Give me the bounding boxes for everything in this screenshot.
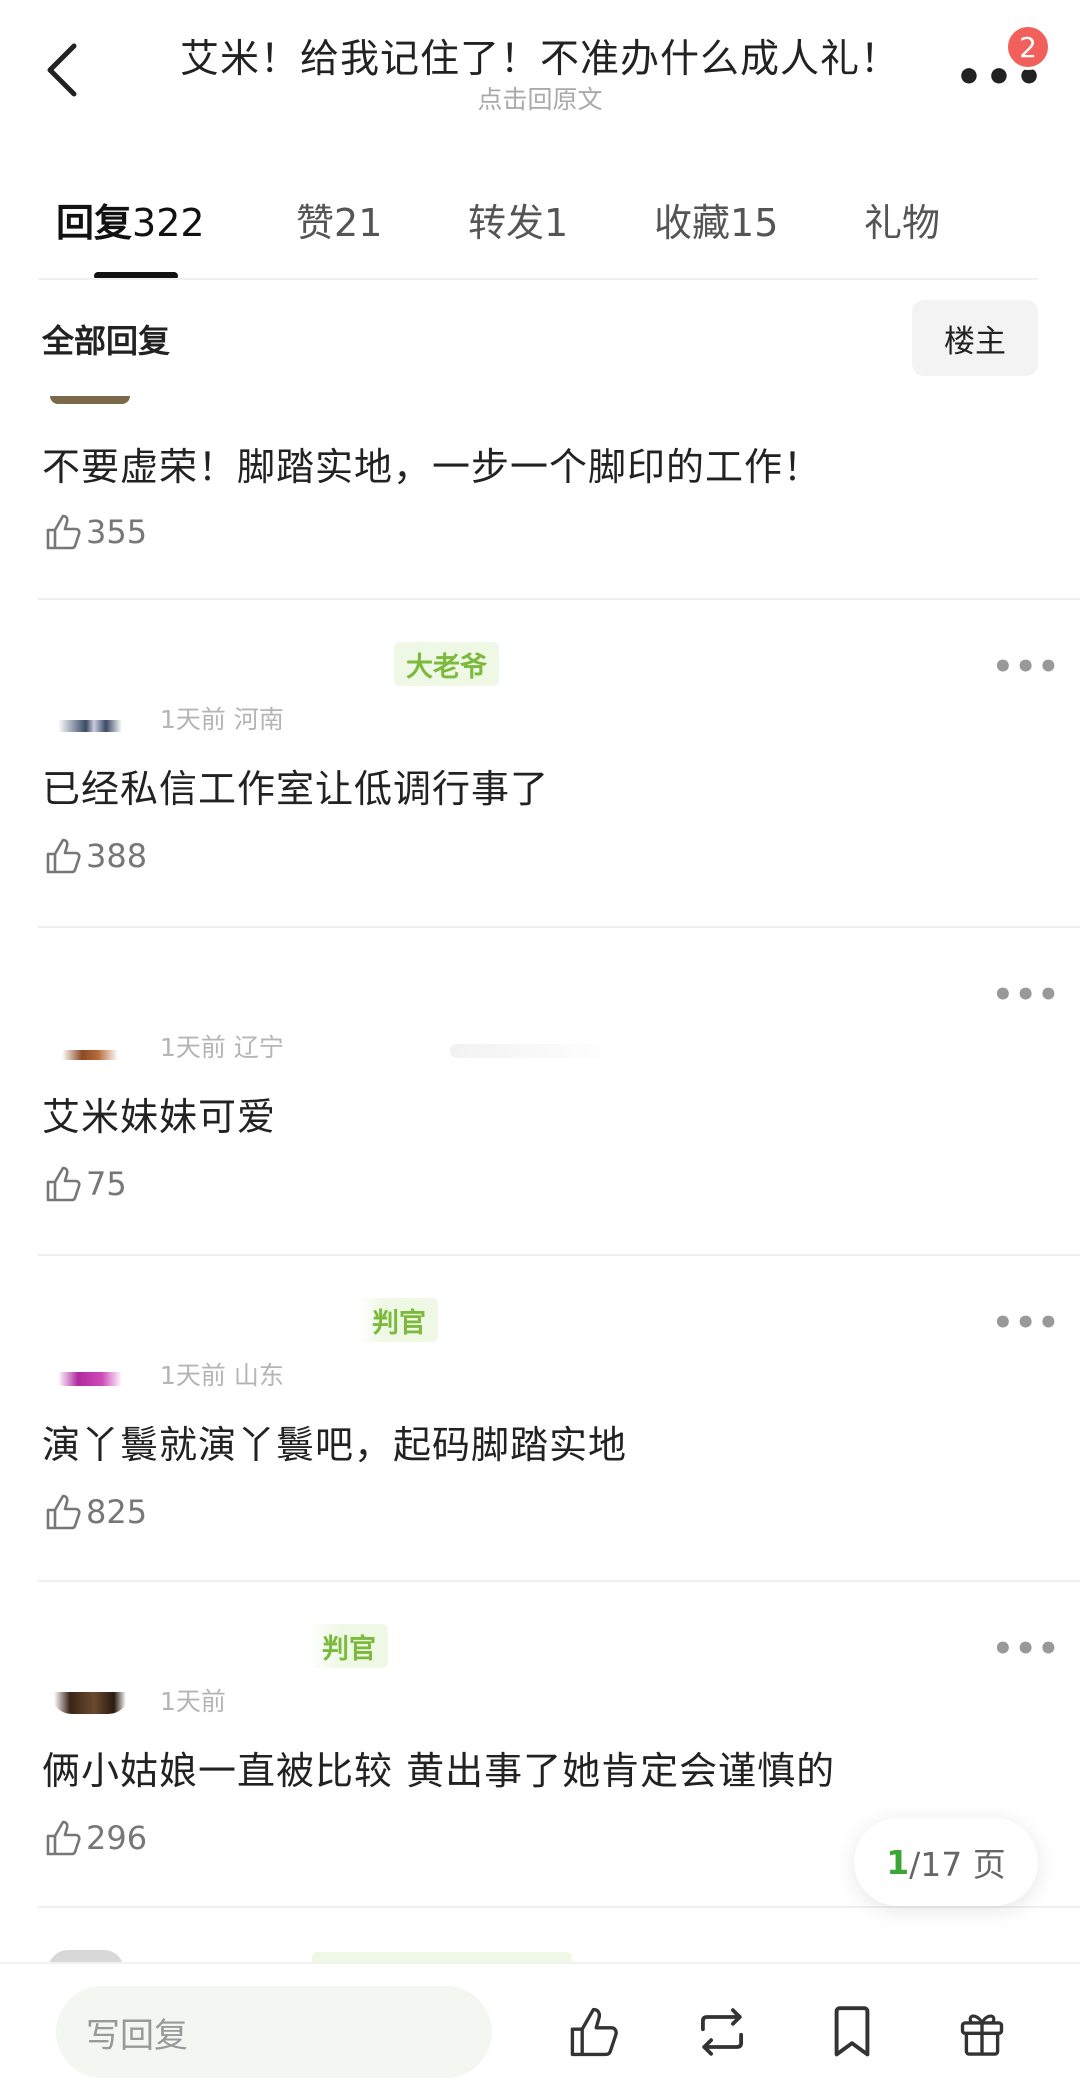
total-pages: /17 页: [909, 1845, 1006, 1884]
page-indicator[interactable]: 1/17 页: [854, 1818, 1038, 1906]
comment-more-icon[interactable]: •••: [992, 978, 1060, 1012]
tab-count: 15: [730, 201, 779, 245]
avatar[interactable]: [50, 1372, 130, 1386]
tab-label: 回复: [56, 201, 133, 245]
next-comment-peek: [0, 1940, 1080, 1964]
user-title-tag: 判官: [360, 1298, 438, 1342]
comment-more-icon[interactable]: •••: [992, 1632, 1060, 1666]
tab-reposts[interactable]: 转发1: [468, 192, 568, 247]
tab-label: 转发: [468, 201, 545, 245]
divider: [38, 1580, 1080, 1582]
avatar[interactable]: [50, 396, 130, 404]
gift-button[interactable]: [950, 2000, 1014, 2064]
bottom-action-bar: 写回复: [0, 1962, 1080, 2094]
divider: [38, 278, 1038, 280]
comment-meta: 1天前 山东: [160, 1361, 284, 1390]
avatar[interactable]: [50, 720, 130, 732]
reply-input[interactable]: 写回复: [56, 1986, 492, 2078]
avatar[interactable]: [50, 1050, 130, 1060]
tab-gifts[interactable]: 礼物: [864, 192, 940, 247]
thumbs-up-icon: [46, 1820, 81, 1856]
comment-text: 俩小姑娘一直被比较 黄出事了她肯定会谨慎的: [42, 1749, 836, 1793]
all-replies-label: 全部回复: [42, 322, 171, 360]
tab-replies[interactable]: 回复322: [56, 192, 205, 247]
back-to-original-link[interactable]: 点击回原文: [150, 80, 930, 116]
back-arrow-icon: [47, 43, 77, 97]
comment-more-icon[interactable]: •••: [992, 650, 1060, 684]
like-count: 296: [86, 1819, 148, 1857]
hidden-username-bar: [450, 1044, 620, 1058]
header: 艾米！给我记住了！不准办什么成人礼！ 点击回原文 ••• 2: [0, 0, 1080, 140]
comment-text: 艾米妹妹可爱: [42, 1095, 277, 1139]
like-button[interactable]: 75: [42, 1164, 127, 1204]
tab-count: 1: [544, 201, 569, 245]
tab-count: 322: [132, 201, 205, 245]
repost-icon: [701, 2008, 743, 2056]
current-page: 1: [886, 1842, 910, 1882]
user-title-tag: 判官: [310, 1624, 388, 1668]
like-button[interactable]: 388: [42, 836, 147, 876]
tab-count: 21: [334, 201, 383, 245]
comment-text: 已经私信工作室让低调行事了: [42, 767, 550, 811]
tab-likes[interactable]: 赞21: [296, 192, 382, 247]
tab-label: 礼物: [864, 201, 941, 245]
like-count: 388: [86, 837, 148, 875]
comment-text: 演丫鬟就演丫鬟吧，起码脚踏实地: [42, 1423, 628, 1467]
bookmark-icon: [834, 2006, 870, 2057]
tab-bar: 回复322 赞21 转发1 收藏15 礼物: [0, 180, 1080, 280]
user-title-tag: 大老爷: [394, 642, 499, 686]
repost-button[interactable]: [690, 2000, 754, 2064]
tab-label: 赞: [296, 201, 335, 245]
divider: [38, 926, 1080, 928]
like-post-button[interactable]: [560, 2000, 624, 2064]
like-button[interactable]: 825: [42, 1492, 147, 1532]
gift-icon: [960, 2014, 1004, 2056]
comment-more-icon[interactable]: •••: [992, 1306, 1060, 1340]
thumbs-up-icon: [46, 514, 81, 550]
op-only-button[interactable]: 楼主: [912, 300, 1038, 376]
like-count: 75: [86, 1165, 127, 1203]
thumbs-up-icon: [46, 1494, 81, 1530]
comment-meta: 1天前 辽宁: [160, 1033, 284, 1062]
divider: [38, 598, 1080, 600]
bookmark-button[interactable]: [820, 2000, 884, 2064]
comment-meta: 1天前: [160, 1687, 226, 1716]
notification-badge: 2: [1005, 24, 1051, 70]
tab-label: 收藏: [654, 201, 731, 245]
thumbs-up-icon: [570, 2007, 618, 2057]
like-count: 825: [86, 1493, 148, 1531]
like-button[interactable]: 296: [42, 1818, 147, 1858]
thumbs-up-icon: [46, 838, 81, 874]
comment-meta: 1天前 河南: [160, 705, 284, 734]
comment-text: 不要虚荣！脚踏实地，一步一个脚印的工作！: [42, 445, 823, 489]
like-count: 355: [86, 513, 148, 551]
divider: [38, 1254, 1080, 1256]
avatar[interactable]: [50, 1692, 130, 1714]
back-button[interactable]: [38, 40, 86, 100]
divider: [38, 1906, 1080, 1908]
like-button[interactable]: 355: [42, 512, 147, 552]
post-title[interactable]: 艾米！给我记住了！不准办什么成人礼！: [150, 28, 930, 84]
thumbs-up-icon: [46, 1166, 81, 1202]
tab-favorites[interactable]: 收藏15: [654, 192, 778, 247]
